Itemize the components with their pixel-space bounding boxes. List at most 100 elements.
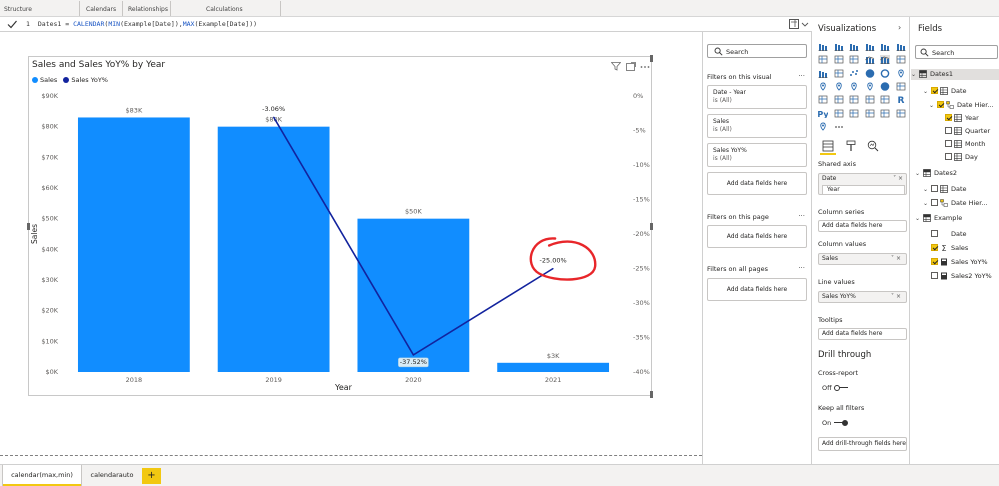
- dax-expression[interactable]: 1 Dates1 = CALENDAR(MIN(Example[Date]),M…: [26, 20, 257, 28]
- fields-search-input[interactable]: Search: [915, 45, 998, 59]
- tab-calendar-max-min[interactable]: calendar(max,min): [2, 465, 82, 486]
- resize-handle-right[interactable]: [650, 223, 653, 230]
- add-page-button[interactable]: +: [142, 468, 161, 484]
- field-checkbox[interactable]: [945, 127, 952, 134]
- column-value-sales[interactable]: Sales: [822, 255, 838, 262]
- field-quarter[interactable]: Quarter: [937, 126, 990, 137]
- field-checkbox[interactable]: [937, 101, 944, 108]
- add-page-filter-drop[interactable]: Add data fields here: [707, 225, 807, 248]
- line-value-sales-yoy[interactable]: Sales YoY%: [822, 293, 856, 300]
- shape-map-icon[interactable]: [849, 82, 859, 91]
- field-year[interactable]: Year: [937, 113, 979, 124]
- chevron-down-icon[interactable]: ⌄: [915, 168, 923, 179]
- 100-bar-icon[interactable]: [880, 42, 890, 51]
- tab-calendarauto[interactable]: calendarauto: [84, 465, 140, 486]
- line-values-well[interactable]: Sales YoY% ˅×: [818, 291, 907, 303]
- funnel-icon[interactable]: [834, 69, 844, 78]
- field-checkbox[interactable]: [945, 140, 952, 147]
- column-series-well[interactable]: Add data fields here: [818, 220, 907, 232]
- field-table-example[interactable]: ⌄ Example: [915, 213, 962, 224]
- field-checkbox[interactable]: [931, 87, 938, 94]
- treemap-icon[interactable]: [896, 69, 906, 78]
- chevron-down-icon[interactable]: ⌄: [915, 213, 923, 224]
- paginated-report-icon[interactable]: [896, 109, 906, 118]
- field-dates2-date[interactable]: ⌄ Date: [923, 184, 967, 195]
- filter-card-date-year[interactable]: Date - Year is (All): [707, 85, 807, 109]
- analytics-magnifier-icon[interactable]: [867, 140, 879, 152]
- field-checkbox[interactable]: [945, 153, 952, 160]
- stacked-area-icon[interactable]: [849, 55, 859, 64]
- resize-handle-bottom-right[interactable]: [650, 391, 653, 398]
- add-all-pages-filter-drop[interactable]: Add data fields here: [707, 278, 807, 301]
- line-column-icon[interactable]: [864, 55, 875, 65]
- filled-map-icon[interactable]: [834, 82, 844, 91]
- donut-chart-icon[interactable]: [880, 68, 890, 78]
- scatter-icon[interactable]: [849, 69, 859, 78]
- formula-bar[interactable]: 1 Dates1 = CALENDAR(MIN(Example[Date]),M…: [0, 17, 812, 32]
- combo-chart-visual[interactable]: Sales and Sales YoY% by Year Sales Sales…: [27, 55, 653, 398]
- field-table-dates1[interactable]: ⌄ Dates1: [911, 69, 999, 80]
- field-example-sales[interactable]: Σ Sales: [923, 243, 968, 254]
- waterfall-icon[interactable]: [818, 69, 828, 78]
- more-options-icon[interactable]: ···: [798, 212, 805, 220]
- qa-icon[interactable]: [865, 109, 875, 118]
- bar-sales-2021[interactable]: [497, 362, 610, 372]
- remove-field-icon[interactable]: ˅ ×: [893, 175, 903, 182]
- line-point-2019[interactable]: [273, 116, 275, 118]
- field-remove-icon[interactable]: ˅×: [891, 254, 903, 264]
- bar-sales-2020[interactable]: [357, 218, 470, 372]
- fields-tab-icon[interactable]: [822, 140, 834, 152]
- python-visual-icon[interactable]: Py: [818, 109, 828, 118]
- field-date[interactable]: ⌄ Date: [923, 86, 967, 97]
- more-visuals-icon[interactable]: [834, 122, 844, 131]
- smart-narrative-icon[interactable]: [880, 109, 890, 118]
- slicer-icon[interactable]: [849, 95, 859, 104]
- field-checkbox[interactable]: [931, 185, 938, 192]
- field-day[interactable]: Day: [937, 152, 978, 163]
- card-icon[interactable]: [896, 82, 906, 91]
- collapse-chevron-icon[interactable]: ›: [898, 23, 901, 32]
- kpi-icon[interactable]: [834, 95, 844, 104]
- tooltips-well[interactable]: Add data fields here: [818, 328, 907, 340]
- keep-all-filters-toggle[interactable]: On: [822, 419, 849, 427]
- area-chart-icon[interactable]: [834, 55, 844, 64]
- matrix-icon[interactable]: [880, 95, 890, 104]
- field-remove-icon[interactable]: ˅×: [891, 292, 903, 302]
- bar-sales-2018[interactable]: [77, 117, 190, 372]
- field-table-dates2[interactable]: ⌄ Dates2: [915, 168, 957, 179]
- pie-chart-icon[interactable]: [865, 68, 875, 78]
- more-options-icon[interactable]: ···: [798, 72, 805, 80]
- line-clustered-column-icon[interactable]: [880, 55, 890, 65]
- clustered-bar-icon[interactable]: [849, 42, 859, 51]
- chevron-down-icon[interactable]: ⌄: [923, 86, 931, 97]
- table-icon[interactable]: [865, 95, 875, 104]
- filter-card-sales[interactable]: Sales is (All): [707, 114, 807, 138]
- arcgis-icon[interactable]: [818, 122, 828, 131]
- more-options-icon[interactable]: ···: [798, 264, 805, 272]
- shared-axis-well[interactable]: Date ˅ × Year: [818, 173, 907, 195]
- add-visual-filter-drop[interactable]: Add data fields here: [707, 172, 807, 195]
- drill-through-well[interactable]: Add drill-through fields here: [818, 437, 907, 451]
- chevron-down-icon[interactable]: ⌄: [929, 100, 937, 111]
- chevron-down-icon[interactable]: ⌄: [923, 198, 931, 209]
- ribbon-chart-icon[interactable]: [896, 55, 906, 64]
- filter-card-sales-yoy[interactable]: Sales YoY% is (All): [707, 143, 807, 167]
- r-visual-icon[interactable]: R: [896, 95, 906, 104]
- field-example-sales2-yoy[interactable]: Sales2 YoY%: [923, 271, 992, 282]
- stacked-bar-icon[interactable]: [818, 42, 828, 51]
- chevron-down-icon[interactable]: ⌄: [911, 69, 919, 80]
- resize-handle-left[interactable]: [27, 223, 30, 230]
- map-icon[interactable]: [818, 82, 828, 91]
- commit-check-icon[interactable]: [6, 18, 18, 30]
- key-influencers-icon[interactable]: [834, 109, 844, 118]
- field-checkbox[interactable]: [931, 258, 938, 265]
- chevron-down-icon[interactable]: ⌄: [923, 184, 931, 195]
- field-dates2-date-hierarchy[interactable]: ⌄ Date Hier...: [923, 198, 988, 209]
- bar-sales-2019[interactable]: [217, 126, 330, 373]
- line-point-2020[interactable]: [412, 354, 414, 356]
- line-point-2021[interactable]: [552, 268, 554, 269]
- field-checkbox[interactable]: [945, 114, 952, 121]
- cross-report-toggle[interactable]: Off: [822, 384, 848, 392]
- field-checkbox[interactable]: [931, 244, 938, 251]
- line-chart-icon[interactable]: [818, 55, 828, 64]
